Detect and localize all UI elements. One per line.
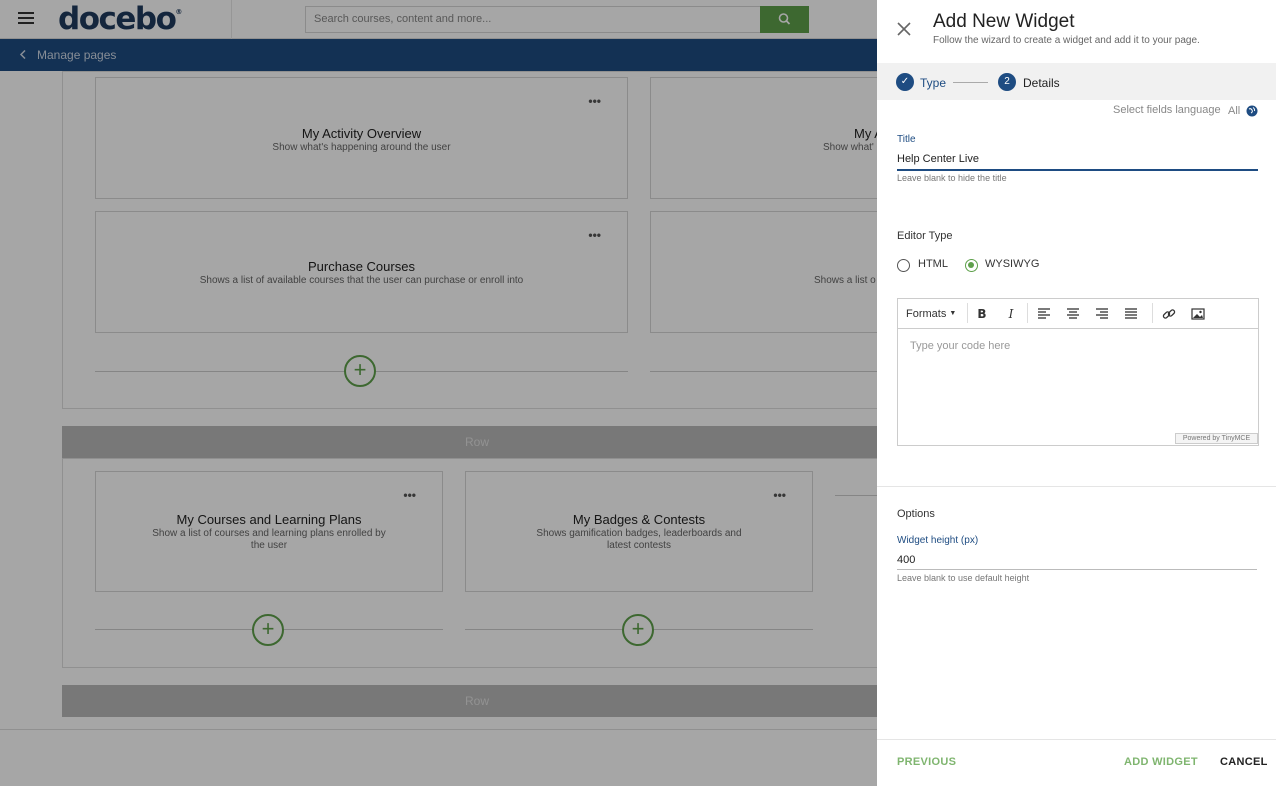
radio-html-label[interactable]: HTML [918, 258, 948, 270]
image-icon[interactable] [1190, 306, 1206, 322]
language-selector-value[interactable]: All [1228, 105, 1240, 117]
align-right-icon[interactable] [1094, 306, 1110, 322]
options-label: Options [897, 508, 935, 520]
powered-by-badge[interactable]: Powered by TinyMCE [1175, 433, 1258, 444]
title-hint: Leave blank to hide the title [897, 173, 1007, 183]
step-connector [953, 82, 988, 83]
radio-wysiwyg-label[interactable]: WYSIWYG [985, 258, 1039, 270]
step-details-label[interactable]: Details [1023, 76, 1060, 90]
modal-overlay[interactable] [0, 0, 877, 786]
widget-height-underline [897, 569, 1257, 570]
footer-divider [877, 739, 1276, 740]
toolbar-separator [1027, 303, 1028, 323]
step-number-badge[interactable]: 2 [998, 73, 1016, 91]
formats-dropdown[interactable]: Formats ▼ [906, 308, 956, 320]
align-left-icon[interactable] [1036, 306, 1052, 322]
title-field-label: Title [897, 134, 916, 145]
widget-height-hint: Leave blank to use default height [897, 573, 1030, 583]
align-center-icon[interactable] [1065, 306, 1081, 322]
close-icon[interactable] [895, 20, 913, 38]
step-type-label[interactable]: Type [920, 76, 946, 90]
title-input[interactable] [897, 151, 1257, 167]
formats-label: Formats [906, 308, 947, 320]
radio-html[interactable] [897, 259, 910, 272]
italic-icon[interactable]: I [1003, 306, 1019, 322]
cancel-button[interactable]: CANCEL [1220, 756, 1268, 768]
toolbar-separator [967, 303, 968, 323]
widget-height-label: Widget height (px) [897, 535, 979, 546]
panel-title: Add New Widget [933, 11, 1075, 32]
radio-wysiwyg[interactable] [965, 259, 978, 272]
editor-type-label: Editor Type [897, 230, 953, 242]
previous-button[interactable]: PREVIOUS [897, 756, 956, 768]
step-done-check-icon[interactable]: ✓ [896, 73, 914, 91]
panel-subtitle: Follow the wizard to create a widget and… [933, 35, 1200, 46]
toolbar-separator [1152, 303, 1153, 323]
section-divider [877, 486, 1276, 487]
bold-icon[interactable]: B [974, 306, 990, 322]
align-justify-icon[interactable] [1123, 306, 1139, 322]
language-selector-label: Select fields language [1113, 104, 1221, 116]
caret-down-icon: ▼ [949, 310, 957, 317]
widget-height-input[interactable] [897, 552, 1257, 568]
add-widget-submit-button[interactable]: ADD WIDGET [1124, 756, 1198, 768]
editor-content-area[interactable]: Type your code here [898, 330, 1258, 445]
title-input-underline [897, 169, 1258, 171]
globe-icon[interactable] [1246, 105, 1258, 117]
link-icon[interactable] [1161, 306, 1177, 322]
